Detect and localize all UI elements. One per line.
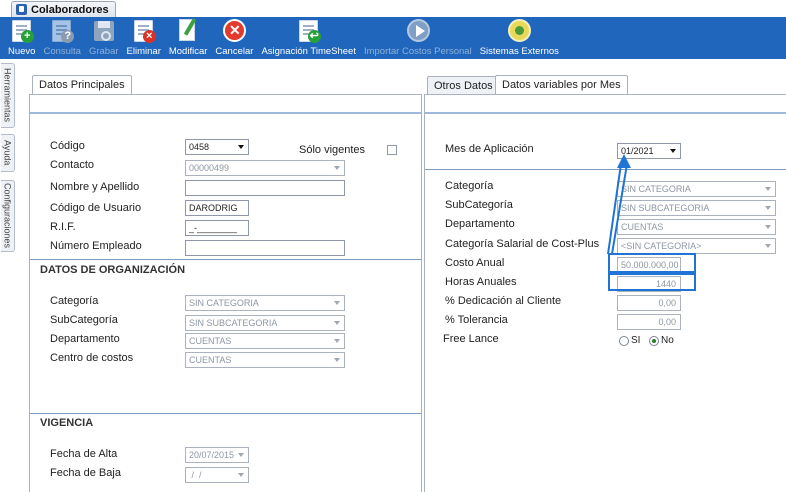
departamento-label: Departamento xyxy=(50,333,120,345)
window-title: Colaboradores xyxy=(31,3,109,16)
annotation-arrow xyxy=(607,154,631,255)
departamento-select[interactable]: CUENTAS xyxy=(185,333,345,349)
numero-empleado-input[interactable] xyxy=(185,240,345,256)
fecha-baja-label: Fecha de Baja xyxy=(50,467,121,479)
modify-button[interactable]: Modificar xyxy=(169,17,207,59)
divider xyxy=(425,112,786,114)
edit-pencil-icon xyxy=(176,19,200,43)
rif-label: R.I.F. xyxy=(50,221,76,233)
app-icon xyxy=(16,4,27,15)
costo-anual-label: Costo Anual xyxy=(445,257,505,269)
tab-datos-principales[interactable]: Datos Principales xyxy=(32,75,132,95)
side-tab-settings[interactable]: Configuraciones xyxy=(1,180,15,252)
window-tab[interactable]: Colaboradores xyxy=(11,1,116,17)
dedicacion-label: % Dedicación al Cliente xyxy=(445,295,562,307)
toolbar: + Nuevo ? Consulta Grabar × Eliminar Mod… xyxy=(0,17,786,59)
codigo-usuario-input[interactable]: DARODRIG xyxy=(185,200,249,216)
import-costs-button[interactable]: Importar Costos Personal xyxy=(364,17,472,59)
side-tab-tools[interactable]: Herramientas xyxy=(1,63,15,128)
floppy-icon xyxy=(92,19,116,43)
dedicacion-input[interactable]: 0,00 xyxy=(617,295,681,311)
solo-vigentes-label: Sólo vigentes xyxy=(299,144,366,156)
external-systems-button[interactable]: Sistemas Externos xyxy=(480,17,559,59)
contacto-label: Contacto xyxy=(50,159,95,171)
subcategoria-select[interactable]: SIN SUBCATEGORIA xyxy=(617,200,776,216)
categoria-label: Categoría xyxy=(50,295,99,307)
categoria-select[interactable]: SIN CATEGORIA xyxy=(617,181,776,197)
section-title-org: DATOS DE ORGANIZACIÓN xyxy=(40,264,186,276)
query-doc-icon: ? xyxy=(50,19,75,43)
rif-input[interactable]: _-________ xyxy=(185,220,249,236)
centro-costos-select[interactable]: CUENTAS xyxy=(185,352,345,368)
fecha-baja-picker[interactable]: / / xyxy=(185,467,249,483)
divider xyxy=(30,259,421,260)
delete-button[interactable]: × Eliminar xyxy=(127,17,161,59)
subcategoria-label: SubCategoría xyxy=(445,199,513,211)
section-title-vigencia: VIGENCIA xyxy=(40,417,94,429)
solo-vigentes-checkbox[interactable] xyxy=(387,145,397,155)
subcategoria-label: SubCategoría xyxy=(50,314,118,326)
free-lance-no-radio[interactable] xyxy=(649,336,659,346)
centro-costos-label: Centro de costos xyxy=(50,352,134,364)
free-lance-label: Free Lance xyxy=(443,333,499,345)
cancel-button[interactable]: ✕ Cancelar xyxy=(215,17,253,59)
delete-doc-icon: × xyxy=(132,19,156,43)
timesheet-icon: ↩ xyxy=(297,19,321,43)
categoria-salarial-select[interactable]: <SIN CATEGORIA> xyxy=(617,238,776,254)
mes-aplicacion-label: Mes de Aplicación xyxy=(445,143,534,155)
categoria-salarial-label: Categoría Salarial de Cost-Plus xyxy=(445,238,600,250)
new-doc-icon: + xyxy=(10,19,34,43)
nombre-input[interactable] xyxy=(185,180,345,196)
tab-datos-variables[interactable]: Datos variables por Mes xyxy=(495,75,628,95)
tab-otros-datos[interactable]: Otros Datos xyxy=(427,76,500,96)
highlight-horas-anuales xyxy=(608,273,696,291)
categoria-select[interactable]: SIN CATEGORIA xyxy=(185,295,345,311)
categoria-label: Categoría xyxy=(445,180,494,192)
fecha-alta-label: Fecha de Alta xyxy=(50,448,118,460)
codigo-label: Código xyxy=(50,140,85,152)
subcategoria-select[interactable]: SIN SUBCATEGORIA xyxy=(185,315,345,331)
save-button[interactable]: Grabar xyxy=(89,17,119,59)
timesheet-button[interactable]: ↩ Asignación TimeSheet xyxy=(261,17,356,59)
numero-empleado-label: Número Empleado xyxy=(50,240,142,252)
import-play-icon xyxy=(406,19,430,43)
window-titlebar: Colaboradores xyxy=(0,0,786,17)
departamento-label: Departamento xyxy=(445,218,515,230)
free-lance-si-label: SI xyxy=(631,335,641,346)
left-panel: Código 0458 Sólo vigentes Contacto 00000… xyxy=(29,94,422,492)
fecha-alta-picker[interactable]: 20/07/2015 xyxy=(185,447,249,463)
side-tab-help[interactable]: Ayuda xyxy=(1,134,15,172)
horas-anuales-label: Horas Anuales xyxy=(445,276,517,288)
divider xyxy=(30,413,421,414)
tolerancia-input[interactable]: 0,00 xyxy=(617,314,681,330)
departamento-select[interactable]: CUENTAS xyxy=(617,219,776,235)
divider xyxy=(30,112,421,114)
contacto-select[interactable]: 00000499 xyxy=(185,160,345,176)
free-lance-no-label: No xyxy=(661,335,674,346)
query-button[interactable]: ? Consulta xyxy=(43,17,81,59)
codigo-select[interactable]: 0458 xyxy=(185,139,249,155)
external-systems-icon xyxy=(507,19,532,43)
cancel-icon: ✕ xyxy=(222,19,247,43)
nombre-label: Nombre y Apellido xyxy=(50,181,140,193)
codigo-usuario-label: Código de Usuario xyxy=(50,202,142,214)
new-button[interactable]: + Nuevo xyxy=(8,17,35,59)
free-lance-si-radio[interactable] xyxy=(619,336,629,346)
tolerancia-label: % Tolerancia xyxy=(445,314,508,326)
